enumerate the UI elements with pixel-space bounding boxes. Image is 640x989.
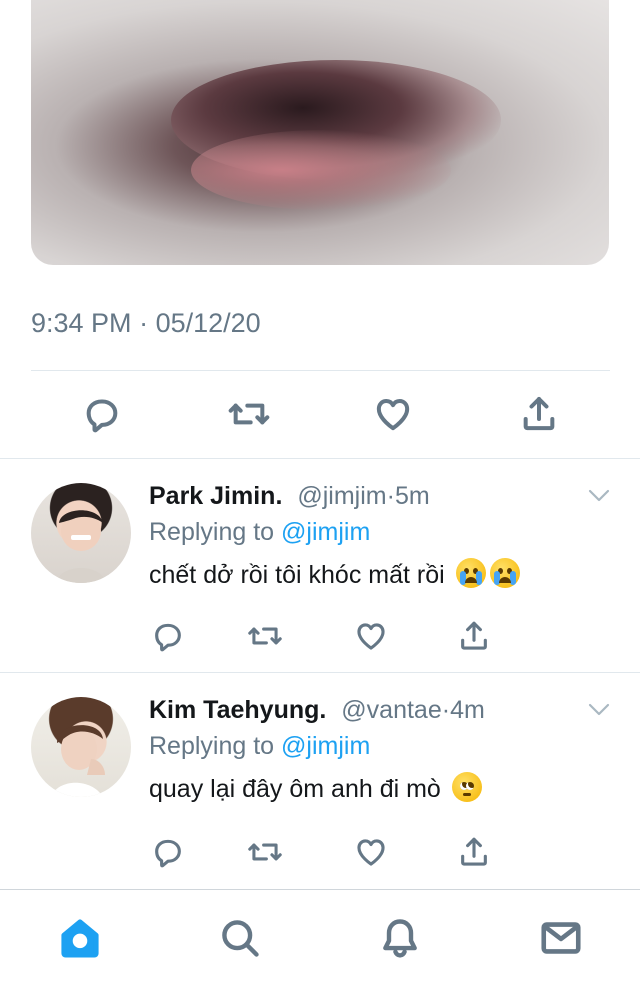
tweet-time: 9:34 PM	[31, 308, 132, 338]
loudly-crying-face-icon	[455, 558, 486, 588]
home-icon	[61, 919, 99, 958]
replying-prefix: Replying to	[149, 518, 275, 546]
share-icon	[461, 621, 487, 650]
timestamp-separator: ·	[139, 308, 149, 338]
tab-home[interactable]	[56, 914, 104, 962]
tab-search[interactable]	[216, 914, 264, 962]
avatar-photo	[56, 510, 106, 583]
like-button[interactable]	[353, 618, 389, 654]
reply-icon	[155, 623, 181, 652]
notifications-icon	[383, 919, 417, 958]
tweet-date: 05/12/20	[155, 308, 261, 338]
mention-link[interactable]: @jimjim	[281, 518, 370, 546]
tab-notifications[interactable]	[376, 914, 424, 962]
mention-link[interactable]: @jimjim	[281, 732, 370, 760]
chevron-down-icon[interactable]	[588, 489, 610, 503]
reply-text-content: chết dở rồi tôi khóc mất rồi	[149, 561, 445, 589]
reply-button[interactable]	[150, 618, 186, 654]
retweet-button[interactable]	[247, 834, 283, 870]
divider	[31, 370, 610, 371]
loudly-crying-face-icon	[489, 558, 520, 588]
tab-messages[interactable]	[537, 914, 585, 962]
display-name[interactable]: Park Jimin.	[149, 482, 282, 510]
messages-icon	[541, 922, 581, 954]
reply-button[interactable]	[80, 392, 124, 436]
reply-age: 4m	[450, 696, 485, 724]
reply-age: 5m	[394, 482, 430, 510]
chevron-down-icon[interactable]	[588, 703, 610, 717]
share-button[interactable]	[456, 618, 492, 654]
reply-header: Park Jimin. @jimjim·5m	[149, 481, 620, 511]
replying-prefix: Replying to	[149, 732, 275, 760]
share-button[interactable]	[456, 834, 492, 870]
user-handle[interactable]: @jimjim	[297, 482, 386, 510]
retweet-button[interactable]	[227, 392, 271, 436]
user-handle[interactable]: @vantae	[341, 696, 441, 724]
reply-actions	[0, 618, 640, 668]
reply-content: Kim Taehyung. @vantae·4m Replying to @ji…	[149, 695, 620, 805]
reply-icon	[155, 839, 181, 868]
like-button[interactable]	[353, 834, 389, 870]
tweet-actions	[0, 372, 640, 458]
replying-to: Replying to @jimjim	[149, 517, 620, 547]
like-icon	[357, 623, 385, 650]
replying-to: Replying to @jimjim	[149, 731, 620, 761]
retweet-icon	[248, 843, 282, 861]
display-name[interactable]: Kim Taehyung.	[149, 696, 326, 724]
tweet-timestamp: 9:34 PM · 05/12/20	[31, 308, 261, 339]
header-separator: ·	[386, 482, 395, 510]
share-icon	[461, 837, 487, 866]
pleading-face-icon	[451, 772, 482, 802]
tweet-image[interactable]	[31, 0, 609, 265]
reply-button[interactable]	[150, 834, 186, 870]
bottom-tab-bar	[0, 889, 640, 989]
reply-content: Park Jimin. @jimjim·5m Replying to @jimj…	[149, 481, 620, 591]
like-button[interactable]	[371, 392, 415, 436]
reply-tweet[interactable]: Park Jimin. @jimjim·5m Replying to @jimj…	[0, 459, 640, 672]
avatar[interactable]	[31, 483, 131, 583]
reply-text: chết dở rồi tôi khóc mất rồi	[149, 558, 620, 591]
reply-text-content: quay lại đây ôm anh đi mò	[149, 775, 441, 803]
share-button[interactable]	[517, 392, 561, 436]
search-icon	[222, 920, 259, 957]
reply-header: Kim Taehyung. @vantae·4m	[149, 695, 620, 725]
avatar[interactable]	[31, 697, 131, 797]
like-icon	[376, 399, 410, 431]
header-separator: ·	[441, 696, 451, 724]
reply-tweet[interactable]: Kim Taehyung. @vantae·4m Replying to @ji…	[0, 673, 640, 888]
avatar-photo	[51, 725, 105, 797]
reply-actions	[0, 834, 640, 884]
reply-text: quay lại đây ôm anh đi mò	[149, 772, 620, 805]
image-shading	[191, 130, 451, 210]
retweet-button[interactable]	[247, 618, 283, 654]
reply-icon	[86, 399, 118, 433]
like-icon	[357, 839, 385, 866]
retweet-icon	[228, 403, 270, 425]
retweet-icon	[248, 627, 282, 645]
share-icon	[523, 397, 555, 431]
